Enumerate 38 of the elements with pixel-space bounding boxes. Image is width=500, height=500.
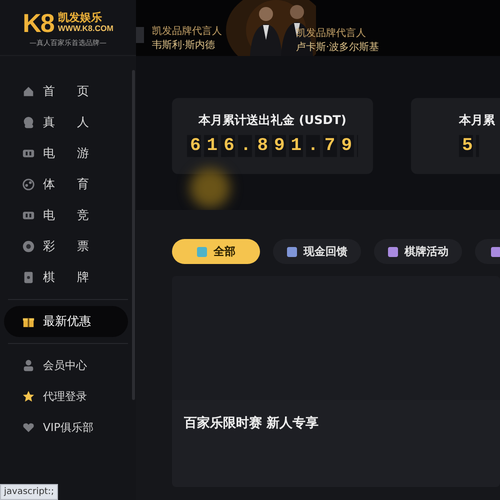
logo-mark: K8 [22, 10, 54, 36]
sidebar-item[interactable]: 首页 [4, 76, 128, 107]
caption-role: 凯发品牌代言人 [152, 24, 222, 38]
stat-title: 本月累 [459, 112, 495, 129]
sidebar-item[interactable]: 棋牌 [4, 262, 128, 293]
card-icon [22, 271, 35, 284]
site-url: WWW.K8.COM [58, 24, 114, 34]
sidebar-item[interactable]: 代理登录 [4, 381, 128, 412]
star-icon [22, 390, 35, 403]
sidebar-item[interactable]: 会员中心 [4, 350, 128, 381]
collapse-handle[interactable] [136, 27, 144, 43]
category-tab[interactable]: 全部 [172, 239, 260, 264]
disc-icon [22, 240, 35, 253]
sidebar-item[interactable]: 电游 [4, 138, 128, 169]
sidebar-item[interactable]: 最新优惠 [4, 306, 128, 337]
stat-value: 5 [459, 135, 479, 157]
ball-icon [22, 178, 35, 191]
promo-title: 百家乐限时赛 新人专享 [183, 414, 320, 432]
stat-title: 本月累计送出礼金 (USDT) [198, 112, 346, 129]
status-bar: javascript:; [0, 484, 58, 500]
coin-glow [190, 168, 230, 208]
gamepad-icon [22, 147, 35, 160]
brand-name: 凯发娱乐 [58, 11, 103, 24]
category-tab[interactable]: 现金回馈 [273, 239, 361, 264]
user-icon [22, 359, 35, 372]
caption-name: 卢卡斯·波多尔斯基 [296, 40, 380, 54]
heart-icon [22, 421, 35, 434]
sidebar-item[interactable]: 彩票 [4, 231, 128, 262]
sidebar-item[interactable]: 真人 [4, 107, 128, 138]
category-tab[interactable]: 棋牌活动 [374, 239, 462, 264]
sidebar-item[interactable]: 体育 [4, 169, 128, 200]
sidebar-item[interactable]: 电竞 [4, 200, 128, 231]
caption-name: 韦斯利·斯内德 [152, 38, 216, 52]
gamepad-icon [22, 209, 35, 222]
stat-value: 616.891.79 [186, 135, 358, 157]
sidebar-item[interactable]: VIP俱乐部 [4, 412, 128, 443]
chat-icon [22, 116, 35, 129]
home-icon [22, 85, 35, 98]
